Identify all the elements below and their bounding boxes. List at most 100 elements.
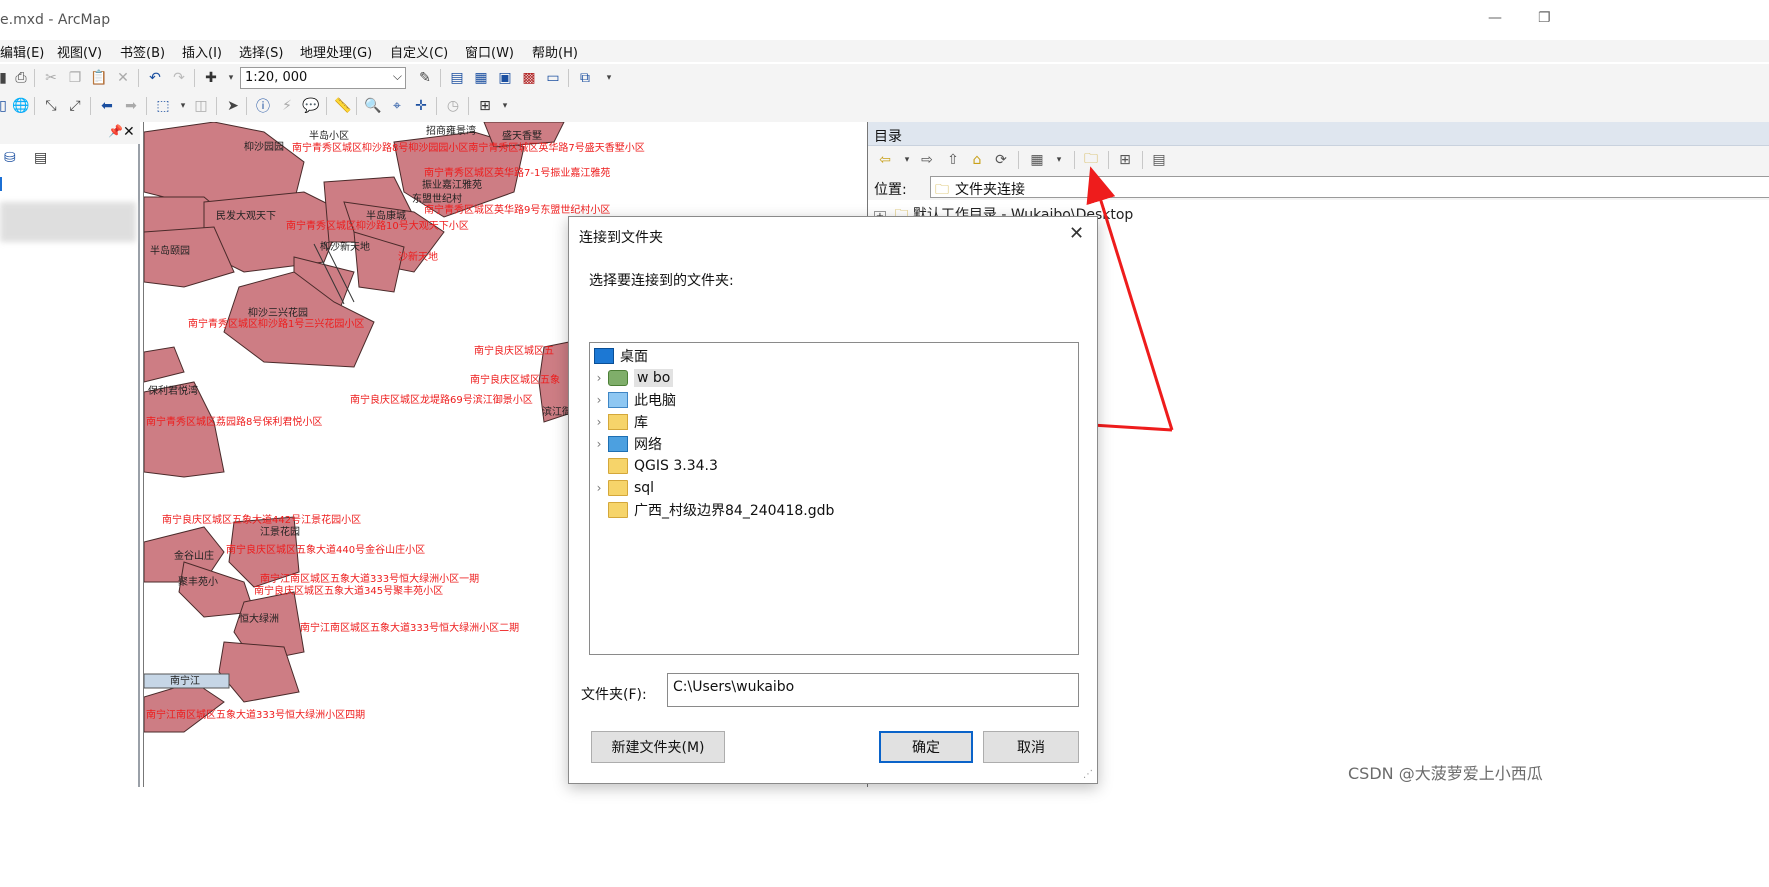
views-icon[interactable]: ▦ <box>1026 150 1048 170</box>
home-icon[interactable]: ⌂ <box>966 150 988 170</box>
map-label: 枊沙新天地 <box>320 240 370 253</box>
new-folder-button[interactable]: 新建文件夹(M) <box>591 731 725 763</box>
catalog-window-icon[interactable]: ▦ <box>470 68 492 88</box>
menu-help[interactable]: 帮助(H) <box>532 42 578 61</box>
blurred-layer-entry <box>0 202 136 242</box>
folder-tree[interactable]: 桌面 › w bo › 此电脑 › 库 › 网络 QGIS 3.34.3 › s… <box>589 342 1079 655</box>
fixed-zoom-in-icon[interactable]: ⤡ <box>40 96 62 116</box>
map-label: 恒大绿洲 <box>239 612 279 625</box>
delete-icon[interactable]: ✕ <box>112 68 134 88</box>
forward-icon[interactable]: ⇨ <box>916 150 938 170</box>
add-data-icon[interactable]: ✚ <box>200 68 222 88</box>
hyperlink-icon[interactable]: ⚡ <box>276 96 298 116</box>
menu-window[interactable]: 窗口(W) <box>465 42 514 61</box>
map-label: 南宁青秀区城区枊沙路10号大观天下小区 <box>286 219 469 232</box>
library-icon <box>608 414 628 430</box>
time-slider-icon[interactable]: ◷ <box>442 96 464 116</box>
tree-item-qgis[interactable]: QGIS 3.34.3 <box>590 455 1078 477</box>
views-dropdown-icon[interactable]: ▾ <box>1048 150 1070 170</box>
location-label: 位置: <box>874 182 907 198</box>
select-features-icon[interactable]: ⬚ <box>152 96 174 116</box>
dialog-close-button[interactable]: ✕ <box>1069 223 1084 244</box>
table-of-contents-icon[interactable]: ▤ <box>446 68 468 88</box>
tree-item-gdb[interactable]: 广西_村级边界84_240418.gdb <box>590 499 1078 521</box>
back-dropdown-icon[interactable]: ▾ <box>896 150 918 170</box>
map-label: 聚丰苑小 <box>178 575 218 588</box>
tree-item-network[interactable]: › 网络 <box>590 433 1078 455</box>
up-one-level-icon[interactable]: ⇧ <box>942 150 964 170</box>
redo-icon[interactable]: ↷ <box>168 68 190 88</box>
tree-item-desktop[interactable]: 桌面 <box>590 345 1078 367</box>
fixed-zoom-out-icon[interactable]: ⤢ <box>64 96 86 116</box>
model-builder-icon[interactable]: ⧉ <box>574 68 596 88</box>
back-extent-icon[interactable]: ⬅ <box>96 96 118 116</box>
map-label: 东盟世纪村 <box>412 192 462 205</box>
toolbar-options-icon[interactable]: ▾ <box>598 68 620 88</box>
refresh-icon[interactable]: ⟳ <box>990 150 1012 170</box>
map-label: 南宁江南区城区五象大道333号恒大绿洲小区四期 <box>146 708 365 721</box>
map-label: 南宁良庆区城区五象大道440号金谷山庄小区 <box>226 543 425 556</box>
chevron-right-icon[interactable]: › <box>590 371 608 385</box>
menu-bookmarks[interactable]: 书签(B) <box>120 42 165 61</box>
cut-icon[interactable]: ✂ <box>40 68 62 88</box>
menu-edit[interactable]: 编辑(E) <box>0 42 44 61</box>
copy-icon[interactable]: ❐ <box>64 68 86 88</box>
folder-path-input[interactable]: C:\Users\wukaibo <box>667 673 1079 707</box>
menu-customize[interactable]: 自定义(C) <box>390 42 448 61</box>
pin-icon[interactable]: 📌 <box>108 124 123 138</box>
editor-toolbar-icon[interactable]: ✎ <box>414 68 436 88</box>
select-elements-icon[interactable]: ➤ <box>222 96 244 116</box>
menu-select[interactable]: 选择(S) <box>239 42 283 61</box>
map-label: 保利君悦湾 <box>148 384 198 397</box>
find-route-icon[interactable]: ⌖ <box>386 96 408 116</box>
folder-icon <box>608 480 628 496</box>
minimize-button[interactable]: — <box>1488 10 1502 26</box>
restore-button[interactable]: ❐ <box>1538 10 1551 26</box>
menu-view[interactable]: 视图(V) <box>57 42 102 61</box>
measure-icon[interactable]: 📏 <box>332 96 354 116</box>
chevron-right-icon[interactable]: › <box>590 437 608 451</box>
arctoolbox-icon[interactable]: ▩ <box>518 68 540 88</box>
search-window-icon[interactable]: ▣ <box>494 68 516 88</box>
menu-insert[interactable]: 插入(I) <box>182 42 222 61</box>
folder-connections-icon: 🗀 <box>935 182 949 198</box>
back-icon[interactable]: ⇦ <box>874 150 896 170</box>
scale-selector[interactable]: 1:20, 000 ⌵ <box>240 67 406 89</box>
forward-extent-icon[interactable]: ➡ <box>120 96 142 116</box>
options-icon[interactable]: ▤ <box>34 150 47 166</box>
find-icon[interactable]: 🔍 <box>362 96 384 116</box>
chevron-right-icon[interactable]: › <box>590 393 608 407</box>
toolbar-options-icon-2[interactable]: ▾ <box>494 96 516 116</box>
user-icon <box>608 370 628 386</box>
toc-header: 📌 ✕ <box>0 122 140 144</box>
add-data-dropdown-icon[interactable]: ▾ <box>220 68 242 88</box>
toggle-contents-icon[interactable]: ⊞ <box>1114 150 1136 170</box>
chevron-right-icon[interactable]: › <box>590 415 608 429</box>
html-popup-icon[interactable]: 💬 <box>300 96 322 116</box>
go-to-xy-icon[interactable]: ✛ <box>410 96 432 116</box>
tree-item-sql[interactable]: › sql <box>590 477 1078 499</box>
chevron-down-icon: ⌵ <box>392 69 402 83</box>
paste-icon[interactable]: 📋 <box>88 68 110 88</box>
python-window-icon[interactable]: ▭ <box>542 68 564 88</box>
undo-icon[interactable]: ↶ <box>144 68 166 88</box>
print-icon[interactable]: ⎙ <box>10 68 32 88</box>
location-field[interactable]: 🗀 文件夹连接 <box>930 176 1769 198</box>
list-by-source-icon[interactable]: ⛁ <box>4 150 16 166</box>
tree-item-user[interactable]: › w bo <box>590 367 1078 389</box>
full-extent-icon[interactable]: 🌐 <box>10 96 32 116</box>
toc-close-button[interactable]: ✕ <box>123 124 135 140</box>
selection-marker <box>0 177 2 191</box>
connect-to-folder-icon[interactable]: 🗀 <box>1080 150 1102 170</box>
identify-icon[interactable]: ⓘ <box>252 96 274 116</box>
ok-button[interactable]: 确定 <box>879 731 973 763</box>
resize-grip-icon[interactable]: ⋰ <box>1083 769 1093 780</box>
cancel-button[interactable]: 取消 <box>983 731 1079 763</box>
chevron-right-icon[interactable]: › <box>590 481 608 495</box>
tree-item-this-pc[interactable]: › 此电脑 <box>590 389 1078 411</box>
tree-item-library[interactable]: › 库 <box>590 411 1078 433</box>
menu-geoprocessing[interactable]: 地理处理(G) <box>300 42 372 61</box>
catalog-options-icon[interactable]: ▤ <box>1148 150 1170 170</box>
clear-selection-icon[interactable]: ◫ <box>190 96 212 116</box>
create-viewer-icon[interactable]: ⊞ <box>474 96 496 116</box>
